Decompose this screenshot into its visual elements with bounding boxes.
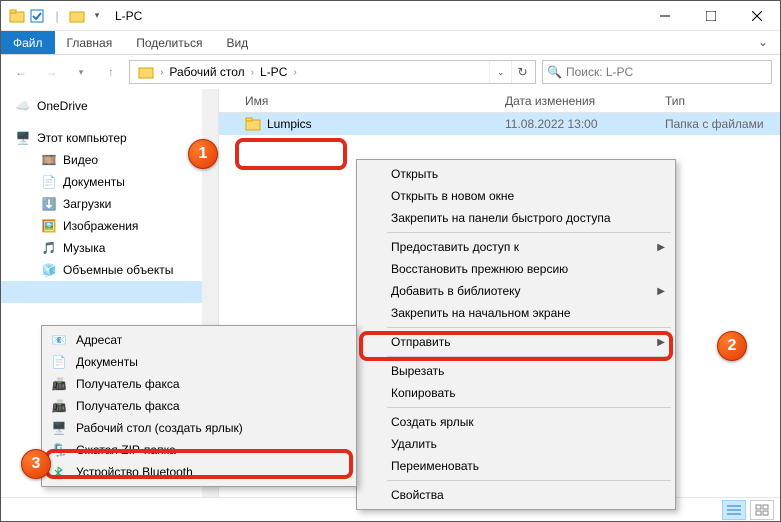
crumb-lpc[interactable]: L-PC <box>254 65 293 79</box>
pictures-icon: 🖼️ <box>41 218 57 234</box>
address-dropdown-icon[interactable]: ⌄ <box>489 61 511 83</box>
file-date: 11.08.2022 13:00 <box>497 117 657 131</box>
sendto-recipient[interactable]: 📧Адресат <box>44 329 354 351</box>
badge-3: 3 <box>21 449 51 479</box>
search-icon: 🔍 <box>547 65 562 79</box>
tree-selected-hidden[interactable] <box>1 281 218 303</box>
documents-icon: 📄 <box>50 355 68 369</box>
nav-up-button[interactable]: ↑ <box>99 60 123 84</box>
folder-icon <box>245 116 261 132</box>
ctx-copy[interactable]: Копировать <box>359 382 673 404</box>
address-bar[interactable]: › Рабочий стол › L-PC › ⌄ ↻ <box>129 60 536 84</box>
view-details-button[interactable] <box>722 500 746 520</box>
nav-back-button[interactable]: ← <box>9 60 33 84</box>
badge-2: 2 <box>717 331 747 361</box>
badge-1: 1 <box>188 139 218 169</box>
nav-recent-button[interactable]: ▾ <box>69 60 93 84</box>
file-row[interactable]: Lumpics 11.08.2022 13:00 Папка с файлами <box>219 113 780 135</box>
tree-videos[interactable]: 🎞️Видео <box>1 149 218 171</box>
view-icons-button[interactable] <box>750 500 774 520</box>
qat-check-icon[interactable] <box>29 8 45 24</box>
ctx-rename[interactable]: Переименовать <box>359 455 673 477</box>
tree-thispc[interactable]: 🖥️ Этот компьютер <box>1 127 218 149</box>
ribbon-expand-icon[interactable]: ⌄ <box>746 31 780 54</box>
col-date[interactable]: Дата изменения <box>497 94 657 108</box>
ctx-open-new[interactable]: Открыть в новом окне <box>359 185 673 207</box>
ctx-properties[interactable]: Свойства <box>359 484 673 506</box>
file-name: Lumpics <box>267 117 312 131</box>
ctx-send[interactable]: Отправить▶ <box>359 331 673 353</box>
mail-icon: 📧 <box>50 333 68 347</box>
pc-icon: 🖥️ <box>15 130 31 146</box>
crumb-icon <box>132 64 160 80</box>
crumb-desktop[interactable]: Рабочий стол <box>163 65 250 79</box>
context-submenu-sendto: 📧Адресат 📄Документы 📠Получатель факса 📠П… <box>41 325 357 487</box>
tab-file[interactable]: Файл <box>1 31 55 54</box>
col-type[interactable]: Тип <box>657 94 780 108</box>
sendto-desktop[interactable]: 🖥️Рабочий стол (создать ярлык) <box>44 417 354 439</box>
zip-icon: 🗜️ <box>50 443 68 457</box>
music-icon: 🎵 <box>41 240 57 256</box>
submenu-arrow-icon: ▶ <box>657 242 665 253</box>
column-headers[interactable]: Имя Дата изменения Тип <box>219 89 780 113</box>
sendto-zip[interactable]: 🗜️Сжатая ZIP-папка <box>44 439 354 461</box>
close-button[interactable] <box>734 1 780 31</box>
search-placeholder: Поиск: L-PC <box>566 65 633 79</box>
title-bar: | ▾ L-PC <box>1 1 780 31</box>
context-menu: Открыть Открыть в новом окне Закрепить н… <box>356 159 676 510</box>
app-folder-icon <box>9 8 25 24</box>
documents-icon: 📄 <box>41 174 57 190</box>
search-input[interactable]: 🔍 Поиск: L-PC <box>542 60 772 84</box>
ctx-pin-quick[interactable]: Закрепить на панели быстрого доступа <box>359 207 673 229</box>
qat-dropdown-icon[interactable]: ▾ <box>89 8 105 24</box>
cloud-icon: ☁️ <box>15 98 31 114</box>
tree-music[interactable]: 🎵Музыка <box>1 237 218 259</box>
tree-onedrive[interactable]: ☁️ OneDrive <box>1 95 218 117</box>
qat-folder-icon[interactable] <box>69 8 85 24</box>
address-row: ← → ▾ ↑ › Рабочий стол › L-PC › ⌄ ↻ 🔍 По… <box>1 55 780 89</box>
sendto-bluetooth[interactable]: Устройство Bluetooth <box>44 461 354 483</box>
submenu-arrow-icon: ▶ <box>657 337 665 348</box>
cube-icon: 🧊 <box>41 262 57 278</box>
video-icon: 🎞️ <box>41 152 57 168</box>
ctx-delete[interactable]: Удалить <box>359 433 673 455</box>
ctx-open[interactable]: Открыть <box>359 163 673 185</box>
desktop-icon: 🖥️ <box>50 421 68 435</box>
minimize-button[interactable] <box>642 1 688 31</box>
downloads-icon: ⬇️ <box>41 196 57 212</box>
tab-home[interactable]: Главная <box>55 31 125 54</box>
ribbon: Файл Главная Поделиться Вид ⌄ <box>1 31 780 55</box>
ctx-restore[interactable]: Восстановить прежнюю версию <box>359 258 673 280</box>
tree-pictures[interactable]: 🖼️Изображения <box>1 215 218 237</box>
tree-documents[interactable]: 📄Документы <box>1 171 218 193</box>
window-title: L-PC <box>115 9 142 23</box>
sendto-documents[interactable]: 📄Документы <box>44 351 354 373</box>
ctx-share[interactable]: Предоставить доступ к▶ <box>359 236 673 258</box>
sendto-fax2[interactable]: 📠Получатель факса <box>44 395 354 417</box>
sendto-fax1[interactable]: 📠Получатель факса <box>44 373 354 395</box>
tab-share[interactable]: Поделиться <box>124 31 214 54</box>
maximize-button[interactable] <box>688 1 734 31</box>
col-name[interactable]: Имя <box>237 94 497 108</box>
crumb-sep-icon[interactable]: › <box>293 67 296 78</box>
ctx-library[interactable]: Добавить в библиотеку▶ <box>359 280 673 302</box>
submenu-arrow-icon: ▶ <box>657 286 665 297</box>
ctx-shortcut[interactable]: Создать ярлык <box>359 411 673 433</box>
qat-divider-icon: | <box>49 8 65 24</box>
bluetooth-icon <box>50 465 68 479</box>
tree-downloads[interactable]: ⬇️Загрузки <box>1 193 218 215</box>
tree-3d[interactable]: 🧊Объемные объекты <box>1 259 218 281</box>
fax-icon: 📠 <box>50 399 68 413</box>
file-type: Папка с файлами <box>657 117 780 131</box>
tab-view[interactable]: Вид <box>214 31 260 54</box>
ctx-pin-start[interactable]: Закрепить на начальном экране <box>359 302 673 324</box>
ctx-cut[interactable]: Вырезать <box>359 360 673 382</box>
nav-forward-button[interactable]: → <box>39 60 63 84</box>
refresh-icon[interactable]: ↻ <box>511 61 533 83</box>
fax-icon: 📠 <box>50 377 68 391</box>
